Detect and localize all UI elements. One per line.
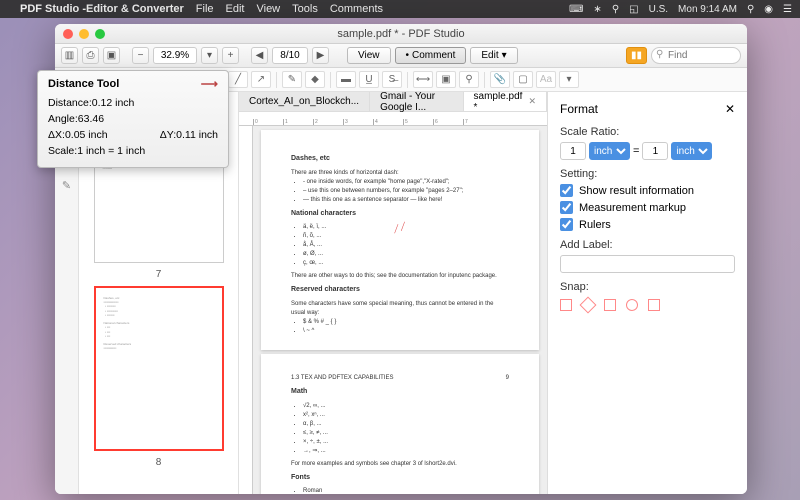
heading-math: Math (291, 387, 509, 398)
mode-edit-button[interactable]: Edit ▾ (470, 47, 517, 64)
menu-comments[interactable]: Comments (330, 3, 383, 15)
close-panel-icon[interactable]: ✕ (725, 102, 735, 116)
snap-label: Snap: (560, 281, 735, 293)
zoom-in-button[interactable]: + (222, 47, 239, 64)
chk-markup[interactable] (560, 201, 573, 214)
strikeout-tool-button[interactable]: S̶ (382, 71, 402, 88)
mode-comment-button[interactable]: • Comment (395, 47, 467, 64)
thumbnail-label-7: 7 (85, 269, 232, 280)
zoom-dropdown[interactable]: ▾ (201, 47, 218, 64)
format-title: Format (560, 102, 598, 116)
add-label-field[interactable] (560, 255, 735, 273)
titlebar: sample.pdf * - PDF Studio (55, 24, 747, 44)
eraser-tool-button[interactable]: ◆ (305, 71, 325, 88)
textsize-button[interactable]: Aa (536, 71, 556, 88)
mode-view-button[interactable]: View (347, 47, 391, 64)
doc-tab-2[interactable]: sample.pdf *✕ (464, 92, 547, 111)
document-area: Cortex_AI_on_Blockch... Gmail - Your Goo… (239, 92, 547, 494)
scale-unit1[interactable]: inch (589, 142, 630, 160)
pin-tool-button[interactable]: ⚲ (459, 71, 479, 88)
stamp-tool-button[interactable]: ▣ (436, 71, 456, 88)
document-tabs: Cortex_AI_on_Blockch... Gmail - Your Goo… (239, 92, 547, 112)
close-tab-icon[interactable]: ✕ (528, 96, 536, 107)
ruler-horizontal: 01234567 (239, 112, 547, 126)
page-field[interactable] (272, 47, 308, 64)
menu-file[interactable]: File (196, 3, 214, 15)
pencil-tool-button[interactable]: ✎ (282, 71, 302, 88)
doc-tab-1[interactable]: Gmail - Your Google I... (370, 92, 463, 111)
chk-rulers[interactable] (560, 218, 573, 231)
highlight-tool-button[interactable]: ▬ (336, 71, 356, 88)
heading-national: National characters (291, 209, 509, 220)
input-icon[interactable]: ⌨ (569, 4, 583, 15)
format-panel: Format✕ Scale Ratio: inch = inch Setting… (547, 92, 747, 494)
bluetooth-icon[interactable]: ∗ (593, 4, 601, 15)
underline-tool-button[interactable]: U̲ (359, 71, 379, 88)
attach-tool-button[interactable]: 📎 (490, 71, 510, 88)
zoom-field[interactable] (153, 47, 197, 64)
thumbnail-page-8[interactable]: Dashes, etc▪▪▪▪▪▪▪▪▪▪▪▪▪▪ • ▪▪▪▪▪▪▪▪ • ▪… (94, 286, 224, 451)
doc-tab-0[interactable]: Cortex_AI_on_Blockch... (239, 92, 370, 111)
chk-show-result[interactable] (560, 184, 573, 197)
siri-icon[interactable]: ◉ (764, 4, 773, 15)
more-button[interactable]: ▾ (559, 71, 579, 88)
add-label-label: Add Label: (560, 239, 735, 251)
callout-tool-button[interactable]: ▢ (513, 71, 533, 88)
menu-edit[interactable]: Edit (226, 3, 245, 15)
thumbnail-label-8: 8 (85, 457, 232, 468)
tooltip-title: Distance Tool (48, 78, 119, 90)
snap-endpoint[interactable] (560, 299, 572, 311)
heading-dashes: Dashes, etc (291, 154, 509, 165)
measure-tool-button[interactable]: ⟷ (413, 71, 433, 88)
page-8[interactable]: Dashes, etc There are three kinds of hor… (261, 130, 539, 350)
scale-val1[interactable] (560, 142, 586, 160)
scale-ratio-label: Scale Ratio: (560, 126, 735, 138)
distance-tool-tooltip: Distance Tool⟶ Distance:0.12 inch Angle:… (37, 70, 229, 168)
scale-unit2[interactable]: inch (671, 142, 712, 160)
heading-reserved: Reserved characters (291, 285, 509, 296)
arrow-tool-button[interactable]: ↗ (251, 71, 271, 88)
print-button[interactable]: ⎙ (82, 47, 99, 64)
panel-toggle-button[interactable]: ▮▮ (626, 47, 647, 64)
heading-fonts: Fonts (291, 473, 509, 484)
snap-perp[interactable] (648, 299, 660, 311)
save-button[interactable]: ▣ (103, 47, 120, 64)
page-9[interactable]: 1.3 TEX AND PDFTEX CAPABILITIES9 Math √2… (261, 354, 539, 494)
scale-val2[interactable] (642, 142, 668, 160)
signatures-tab[interactable]: ✎ (58, 176, 76, 194)
snap-midpoint[interactable] (580, 297, 597, 314)
main-toolbar: ▥ ⎙ ▣ − ▾ + ◀ ▶ View • Comment Edit ▾ ▮▮… (55, 44, 747, 68)
spotlight-icon[interactable]: ⚲ (747, 4, 754, 15)
setting-label: Setting: (560, 168, 735, 180)
battery-icon[interactable]: ◱ (629, 4, 638, 15)
prev-page-button[interactable]: ◀ (251, 47, 268, 64)
menu-view[interactable]: View (256, 3, 280, 15)
sidebar-toggle-button[interactable]: ▥ (61, 47, 78, 64)
snap-center[interactable] (626, 299, 638, 311)
window-title: sample.pdf * - PDF Studio (55, 28, 747, 40)
wifi-icon[interactable]: ⚲ (612, 4, 619, 15)
clock[interactable]: Mon 9:14 AM (678, 4, 737, 15)
zoom-out-button[interactable]: − (132, 47, 149, 64)
menu-tools[interactable]: Tools (292, 3, 318, 15)
ruler-vertical (239, 126, 253, 494)
search-icon: ⚲ (656, 49, 663, 60)
notif-icon[interactable]: ☰ (783, 4, 792, 15)
app-name: PDF Studio -Editor & Converter (20, 3, 184, 15)
line-tool-button[interactable]: ╱ (228, 71, 248, 88)
flag-icon[interactable]: U.S. (649, 4, 668, 15)
macos-menubar: PDF Studio -Editor & Converter File Edit… (0, 0, 800, 18)
arrow-icon: ⟶ (201, 77, 218, 91)
find-field[interactable] (651, 47, 741, 64)
snap-intersect[interactable] (604, 299, 616, 311)
next-page-button[interactable]: ▶ (312, 47, 329, 64)
